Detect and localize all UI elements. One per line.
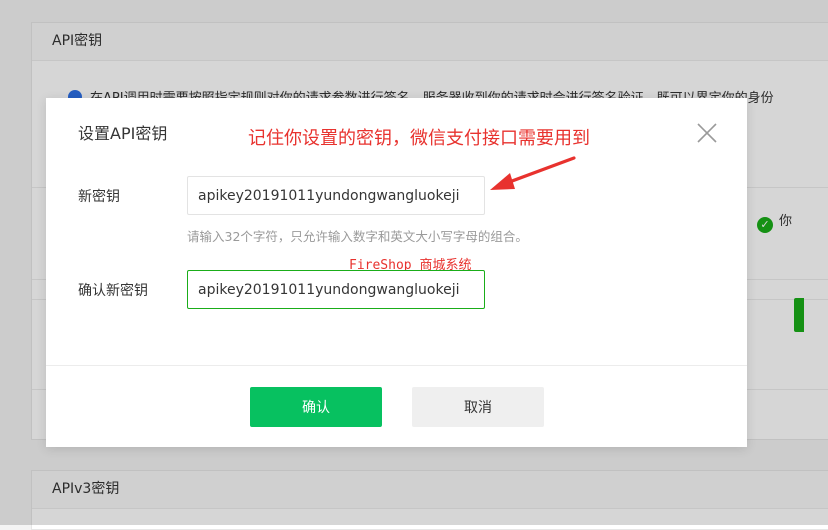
new-key-label: 新密钥: [78, 189, 120, 205]
confirm-button[interactable]: 确认: [250, 387, 382, 427]
confirm-key-label: 确认新密钥: [78, 283, 148, 299]
new-key-input[interactable]: [187, 176, 485, 215]
red-arrow-icon: [490, 156, 576, 190]
confirm-key-input[interactable]: [187, 270, 485, 309]
annotation-text: 记住你设置的密钥，微信支付接口需要用到: [248, 128, 590, 149]
dialog-title: 设置API密钥: [78, 124, 168, 143]
cancel-button[interactable]: 取消: [412, 387, 544, 427]
close-button[interactable]: [696, 122, 718, 144]
dialog-footer-divider: [46, 365, 747, 366]
new-key-hint: 请输入32个字符，只允许输入数字和英文大小写字母的组合。: [187, 229, 528, 244]
set-api-key-dialog: 设置API密钥 记住你设置的密钥，微信支付接口需要用到 新密钥 请输入32个字符…: [46, 98, 747, 447]
close-icon[interactable]: [696, 122, 718, 144]
